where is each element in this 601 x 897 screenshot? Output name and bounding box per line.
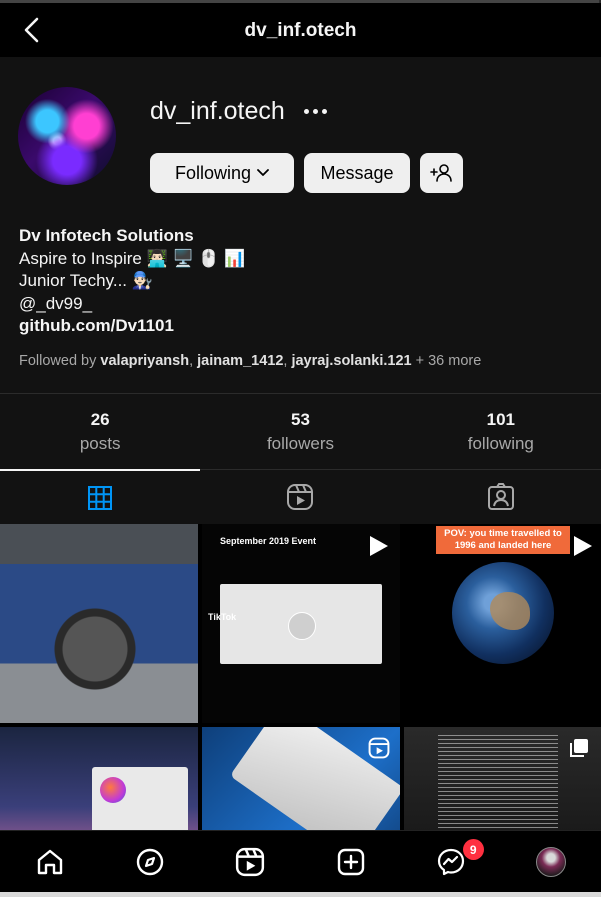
post-image [92, 767, 188, 830]
post-thumbnail[interactable]: September 2019 Event TikTok [202, 524, 400, 723]
create-icon [337, 848, 364, 876]
notification-badge: 9 [462, 839, 484, 860]
app-frame: dv_inf.otech dv_inf.otech Following Mess… [0, 0, 601, 897]
post-thumbnail[interactable] [0, 524, 198, 723]
posts-stat[interactable]: 26 posts [0, 394, 200, 469]
post-image [452, 562, 554, 664]
following-button[interactable]: Following [150, 153, 294, 193]
header-title: dv_inf.otech [244, 20, 357, 41]
tab-posts-grid[interactable] [0, 469, 201, 524]
profile-avatar [535, 847, 566, 877]
post-image-logo [100, 777, 126, 803]
tagged-icon [487, 483, 514, 510]
post-overlay-text: TikTok [208, 612, 237, 622]
following-button-label: Following [174, 162, 252, 183]
nav-profile[interactable] [501, 831, 601, 893]
add-user-button[interactable] [420, 153, 463, 193]
bio-line: Junior Techy... 👨🏻‍🔧 [19, 271, 153, 290]
tab-tagged[interactable] [400, 469, 601, 524]
dot-icon [322, 109, 327, 114]
grid-icon [88, 485, 113, 510]
followers-label: followers [266, 434, 335, 453]
following-count: 101 [486, 410, 515, 429]
reels-icon [287, 484, 314, 510]
explore-icon [137, 848, 164, 876]
post-image [220, 584, 382, 664]
profile-tabs [0, 469, 601, 524]
bio-name: Dv Infotech Solutions [19, 226, 194, 245]
window-bottom-edge [0, 892, 601, 897]
followed-by-more: + 36 more [415, 353, 482, 369]
bio-line: Aspire to Inspire 👨🏻‍💻 🖥️ 🖱️ 📊 [19, 248, 246, 268]
following-stat[interactable]: 101 following [401, 394, 601, 469]
post-image-land [490, 592, 530, 630]
post-overlay-text: POV: you time travelled to 1996 and land… [436, 526, 570, 554]
followed-by-prefix: Followed by [19, 353, 97, 369]
tab-reels[interactable] [200, 469, 401, 524]
profile-section: dv_inf.otech Following Message Dv Infote… [0, 57, 601, 393]
nav-create[interactable] [301, 831, 401, 893]
nav-home[interactable] [0, 831, 100, 893]
follower-name: jayraj.solanki.121 [291, 353, 412, 369]
post-thumbnail[interactable] [0, 727, 198, 830]
posts-grid: September 2019 Event TikTok POV: you tim… [0, 524, 601, 830]
messenger-icon [437, 848, 464, 876]
post-image [438, 735, 558, 830]
dot-icon [313, 109, 318, 114]
bio-handle[interactable]: @_dv99_ [19, 293, 245, 316]
bio-link[interactable]: github.com/Dv1101 [19, 315, 245, 338]
dot-icon [304, 109, 309, 114]
play-icon [370, 536, 388, 556]
profile-username: dv_inf.otech [150, 97, 285, 125]
followed-by-text[interactable]: Followed by valapriyansh, jainam_1412, j… [19, 353, 481, 369]
followers-stat[interactable]: 53 followers [200, 394, 400, 469]
reels-icon [368, 737, 390, 759]
profile-avatar[interactable] [18, 87, 116, 185]
nav-reels[interactable] [200, 831, 300, 893]
carousel-icon [570, 739, 588, 757]
follower-name: valapriyansh [100, 353, 190, 369]
following-label: following [467, 434, 534, 453]
post-thumbnail[interactable] [404, 727, 601, 830]
posts-label: posts [79, 434, 121, 453]
nav-explore[interactable] [100, 831, 200, 893]
post-image-dot [288, 612, 316, 640]
post-thumbnail[interactable] [202, 727, 400, 830]
message-button[interactable]: Message [304, 153, 410, 193]
nav-messenger[interactable]: 9 [401, 831, 501, 893]
top-header: dv_inf.otech [0, 3, 601, 57]
posts-count: 26 [90, 410, 110, 429]
reels-icon [236, 847, 265, 877]
followers-count: 53 [291, 410, 310, 429]
home-icon [37, 849, 63, 875]
chevron-down-icon [257, 169, 269, 176]
play-icon [574, 536, 592, 556]
add-user-icon [429, 164, 452, 182]
message-button-label: Message [320, 162, 394, 183]
profile-bio: Dv Infotech Solutions Aspire to Inspire … [19, 225, 245, 338]
more-options-button[interactable] [304, 101, 334, 121]
bottom-navigation: 9 [0, 830, 601, 893]
post-overlay-text: September 2019 Event [220, 536, 317, 546]
stats-bar: 26 posts 53 followers 101 following [0, 394, 601, 469]
follower-name: jainam_1412 [197, 353, 284, 369]
post-thumbnail[interactable]: POV: you time travelled to 1996 and land… [404, 524, 601, 723]
